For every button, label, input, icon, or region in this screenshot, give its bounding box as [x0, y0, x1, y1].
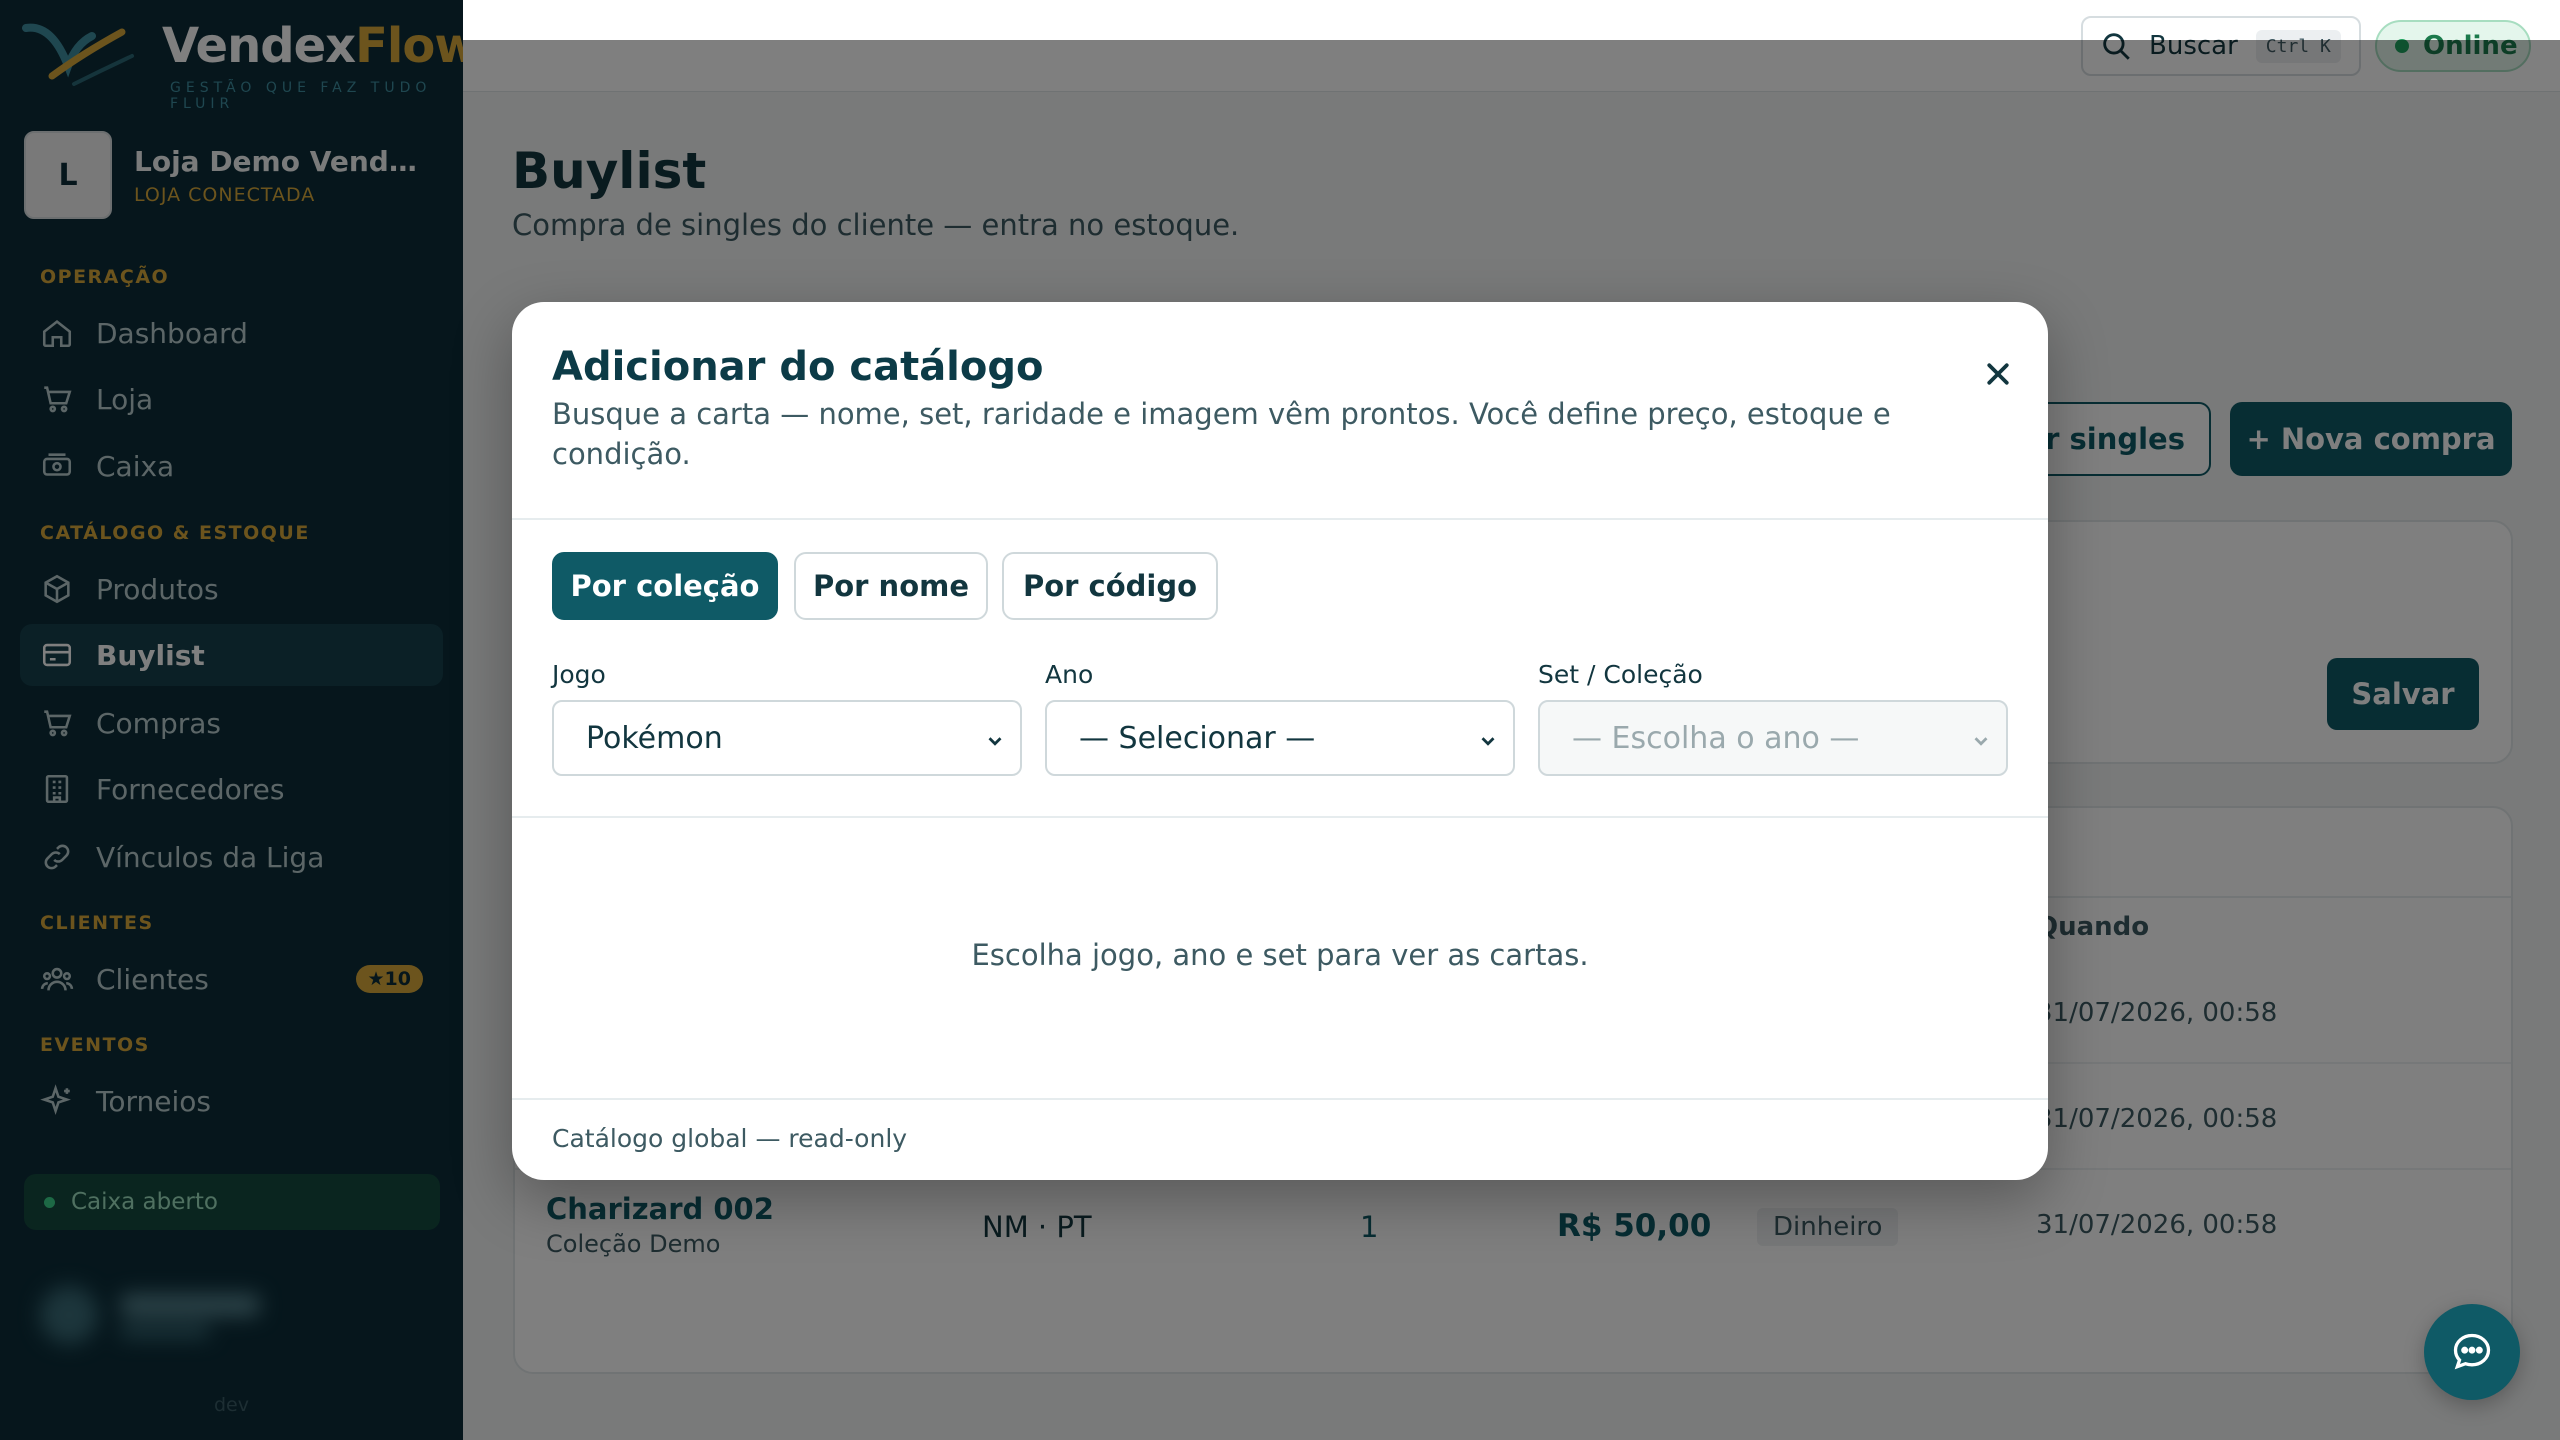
close-button[interactable] [1968, 344, 2028, 404]
tab-por-codigo[interactable]: Por código [1002, 552, 1218, 620]
tab-por-colecao[interactable]: Por coleção [552, 552, 778, 620]
chat-button[interactable] [2424, 1304, 2520, 1400]
game-select[interactable]: Pokémon [552, 700, 1022, 776]
close-icon [1987, 363, 2009, 385]
modal-title: Adicionar do catálogo [552, 344, 1044, 390]
game-label: Jogo [552, 660, 606, 689]
year-select[interactable]: — Selecionar — [1045, 700, 1515, 776]
set-select[interactable]: — Escolha o ano — [1538, 700, 2008, 776]
chevron-down-icon [988, 737, 1002, 746]
add-from-catalog-modal: Adicionar do catálogo Busque a carta — n… [512, 302, 2048, 1180]
set-label: Set / Coleção [1538, 660, 1703, 689]
empty-state-message: Escolha jogo, ano e set para ver as cart… [971, 938, 1589, 972]
chevron-down-icon [1974, 737, 1988, 746]
chevron-down-icon [1481, 737, 1495, 746]
chat-bubble-icon [2453, 1333, 2491, 1370]
modal-subtitle: Busque a carta — nome, set, raridade e i… [552, 397, 1891, 471]
tab-por-nome[interactable]: Por nome [794, 552, 988, 620]
modal-footer-note: Catálogo global — read-only [552, 1124, 908, 1153]
year-label: Ano [1045, 660, 1094, 689]
